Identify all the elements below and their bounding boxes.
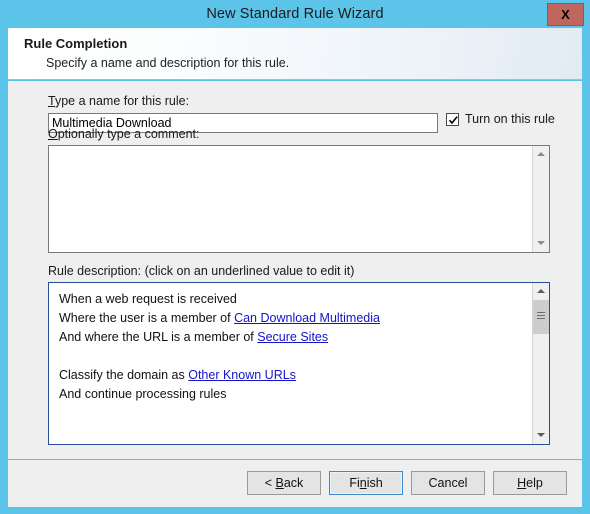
help-button[interactable]: Help [493, 471, 567, 495]
rule-description-label: Rule description: (click on an underline… [48, 264, 355, 278]
rule-line-link[interactable]: Can Download Multimedia [234, 311, 380, 325]
name-field-label: Type a name for this rule: [48, 94, 189, 108]
scroll-up-icon[interactable] [533, 283, 549, 300]
comment-scrollbar[interactable] [532, 146, 549, 252]
title-bar: New Standard Rule Wizard X [0, 0, 590, 28]
wizard-body: Type a name for this rule: Turn on this … [8, 81, 582, 459]
rule-description-scrollbar[interactable] [532, 283, 549, 444]
rule-line: When a web request is received [59, 290, 527, 309]
scroll-down-icon[interactable] [533, 235, 549, 252]
scrollbar-thumb[interactable] [533, 300, 549, 334]
name-label-rest: ype a name for this rule: [54, 94, 190, 108]
scroll-up-icon[interactable] [533, 146, 549, 163]
rule-line-link[interactable]: Other Known URLs [188, 368, 296, 382]
turn-on-rule-checkbox[interactable]: Turn on this rule [446, 112, 555, 126]
rule-line-prefix: Where the user is a member of [59, 311, 235, 325]
wizard-header: Rule Completion Specify a name and descr… [8, 28, 582, 80]
rule-line-prefix: And continue processing rules [59, 387, 227, 401]
wizard-window: New Standard Rule Wizard X Rule Completi… [0, 0, 590, 514]
rule-line: And continue processing rules [59, 385, 527, 404]
page-title: Rule Completion [24, 36, 128, 51]
comment-label-accel: O [48, 127, 58, 141]
rule-description-lines: When a web request is received Where the… [59, 290, 527, 404]
rule-line-link[interactable]: Secure Sites [257, 330, 328, 344]
check-icon [448, 115, 458, 124]
rule-line: Classify the domain as Other Known URLs [59, 366, 527, 385]
rule-line-prefix: Classify the domain as [59, 368, 189, 382]
comment-textarea[interactable] [48, 145, 550, 253]
checkbox-box[interactable] [446, 112, 459, 126]
rule-description-box[interactable]: When a web request is received Where the… [48, 282, 550, 445]
back-button[interactable]: < Back [247, 471, 321, 495]
finish-button[interactable]: Finish [329, 471, 403, 495]
rule-line: And where the URL is a member of Secure … [59, 328, 527, 347]
window-title: New Standard Rule Wizard [206, 6, 384, 22]
rule-line-prefix: When a web request is received [59, 292, 237, 306]
rule-line-blank [59, 347, 527, 366]
rule-line-prefix: And where the URL is a member of [59, 330, 258, 344]
comment-field-label: Optionally type a comment: [48, 127, 199, 141]
scroll-down-icon[interactable] [533, 427, 549, 444]
name-label-accel: T [48, 94, 55, 108]
rule-line: Where the user is a member of Can Downlo… [59, 309, 527, 328]
cancel-button[interactable]: Cancel [411, 471, 485, 495]
button-bar: < Back Finish Cancel Help [8, 459, 582, 507]
comment-label-rest: ptionally type a comment: [57, 127, 200, 141]
page-subtitle: Specify a name and description for this … [46, 56, 290, 70]
turn-on-rule-label: Turn on this rule [465, 112, 555, 126]
close-icon[interactable]: X [547, 3, 584, 26]
